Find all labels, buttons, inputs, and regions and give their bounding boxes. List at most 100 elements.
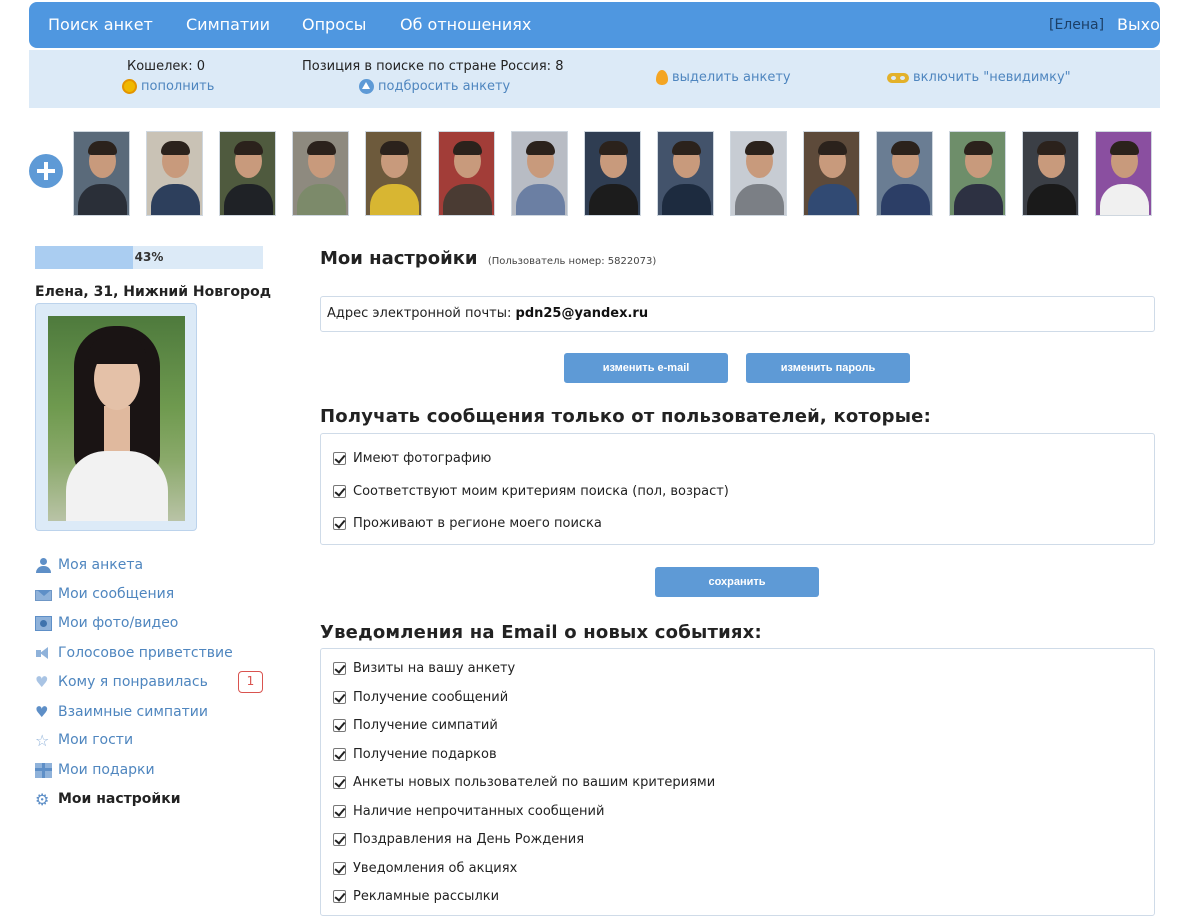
notify-likes[interactable]: Получение симпатий <box>333 717 498 733</box>
notify-unread-messages[interactable]: Наличие непрочитанных сообщений <box>333 803 604 819</box>
likes-count-badge[interactable]: 1 <box>238 671 263 693</box>
profile-thumbnail[interactable] <box>1095 131 1152 216</box>
profile-thumbnail[interactable] <box>876 131 933 216</box>
checkbox[interactable] <box>333 451 346 465</box>
add-photo-button[interactable] <box>29 154 63 188</box>
profile-thumbnail[interactable] <box>1022 131 1079 216</box>
profile-thumbnail[interactable] <box>292 131 349 216</box>
profile-thumbnail[interactable] <box>949 131 1006 216</box>
change-password-button[interactable]: изменить пароль <box>746 353 910 383</box>
nav-search-profiles[interactable]: Поиск анкет <box>48 15 153 34</box>
speaker-icon <box>35 646 52 661</box>
progress-label: 43% <box>134 250 164 264</box>
checkbox[interactable] <box>333 832 346 846</box>
menu-my-messages[interactable]: Мои сообщения <box>35 584 174 604</box>
page-title: Мои настройки (Пользователь номер: 58220… <box>320 248 656 269</box>
profile-thumbnail[interactable] <box>730 131 787 216</box>
profile-thumbnail[interactable] <box>584 131 641 216</box>
profile-thumbnail[interactable] <box>511 131 568 216</box>
checkbox-label: Имеют фотографию <box>353 450 492 466</box>
profile-thumbnail[interactable] <box>146 131 203 216</box>
menu-label: Голосовое приветствие <box>58 645 233 661</box>
highlight-label: выделить анкету <box>672 70 791 85</box>
filter-has-photo[interactable]: Имеют фотографию <box>333 450 491 466</box>
profile-thumbnail[interactable] <box>365 131 422 216</box>
filter-same-region[interactable]: Проживают в регионе моего поиска <box>333 515 602 531</box>
photo-icon <box>35 615 52 631</box>
nav-polls[interactable]: Опросы <box>302 15 366 34</box>
invisible-mode-link[interactable]: включить "невидимку" <box>887 70 1071 85</box>
avatar[interactable] <box>35 303 197 531</box>
top-nav-bar: Поиск анкет Симпатии Опросы Об отношения… <box>29 2 1171 48</box>
highlight-profile-link[interactable]: выделить анкету <box>656 70 791 85</box>
checkbox[interactable] <box>333 690 346 704</box>
email-notifications-box: Визиты на вашу анкету Получение сообщени… <box>320 648 1155 916</box>
profile-name: Елена, 31, Нижний Новгород <box>35 284 271 300</box>
current-user-label: [Елена] <box>1049 17 1105 33</box>
notify-ads[interactable]: Рекламные рассылки <box>333 888 499 904</box>
checkbox-label: Уведомления об акциях <box>353 860 518 876</box>
notify-gifts[interactable]: Получение подарков <box>333 746 497 762</box>
profile-thumbnail[interactable] <box>73 131 130 216</box>
arrow-up-icon <box>359 79 374 94</box>
notify-messages[interactable]: Получение сообщений <box>333 689 508 705</box>
gear-icon: ⚙ <box>35 789 50 809</box>
menu-my-profile[interactable]: Моя анкета <box>35 555 143 575</box>
info-bar: Кошелек: 0 пополнить Позиция в поиске по… <box>29 50 1160 108</box>
checkbox-label: Получение симпатий <box>353 717 498 733</box>
checkbox[interactable] <box>333 775 346 789</box>
checkbox[interactable] <box>333 661 346 675</box>
change-email-button[interactable]: изменить e-mail <box>564 353 728 383</box>
boost-profile-link[interactable]: подбросить анкету <box>359 79 510 94</box>
menu-my-settings[interactable]: ⚙ Мои настройки <box>35 789 181 809</box>
menu-mutual-likes[interactable]: ♥ Взаимные симпатии <box>35 702 208 722</box>
nav-about-relationships[interactable]: Об отношениях <box>400 15 531 34</box>
checkbox-label: Проживают в регионе моего поиска <box>353 515 602 531</box>
checkbox-label: Соответствуют моим критериям поиска (пол… <box>353 483 729 499</box>
messages-filter-box: Имеют фотографию Соответствуют моим крит… <box>320 433 1155 545</box>
messages-filter-title: Получать сообщения только от пользовател… <box>320 406 931 427</box>
nav-likes[interactable]: Симпатии <box>186 15 270 34</box>
checkbox[interactable] <box>333 804 346 818</box>
profile-thumbnail[interactable] <box>438 131 495 216</box>
email-display: Адрес электронной почты: pdn25@yandex.ru <box>320 296 1155 332</box>
checkbox[interactable] <box>333 861 346 875</box>
checkbox[interactable] <box>333 516 346 530</box>
checkbox-label: Рекламные рассылки <box>353 888 500 904</box>
profile-thumbnail[interactable] <box>803 131 860 216</box>
menu-label: Мои настройки <box>58 791 181 807</box>
checkbox[interactable] <box>333 889 346 903</box>
menu-voice-greeting[interactable]: Голосовое приветствие <box>35 643 233 663</box>
heart-outline-icon: ♥ <box>35 672 49 691</box>
notify-new-users[interactable]: Анкеты новых пользователей по вашим крит… <box>333 774 715 790</box>
menu-my-gifts[interactable]: Мои подарки <box>35 760 155 780</box>
notify-profile-visits[interactable]: Визиты на вашу анкету <box>333 660 515 676</box>
menu-my-photos[interactable]: Мои фото/видео <box>35 613 178 633</box>
checkbox-label: Получение сообщений <box>353 689 509 705</box>
menu-my-guests[interactable]: ☆ Мои гости <box>35 730 133 750</box>
checkbox[interactable] <box>333 747 346 761</box>
filter-matches-criteria[interactable]: Соответствуют моим критериям поиска (пол… <box>333 483 729 499</box>
topup-link[interactable]: пополнить <box>122 79 214 94</box>
menu-label: Мои сообщения <box>58 586 175 602</box>
profile-thumbnail[interactable] <box>219 131 276 216</box>
menu-label: Кому я понравилась <box>58 674 208 690</box>
invisible-label: включить "невидимку" <box>913 70 1071 85</box>
checkbox[interactable] <box>333 484 346 498</box>
page-title-text: Мои настройки <box>320 248 478 269</box>
notify-promotions[interactable]: Уведомления об акциях <box>333 860 517 876</box>
menu-label: Мои гости <box>58 732 134 748</box>
star-icon: ☆ <box>35 730 50 750</box>
user-icon <box>35 557 52 573</box>
menu-label: Взаимные симпатии <box>58 704 209 720</box>
logout-link[interactable]: Выход <box>1117 15 1171 34</box>
menu-who-liked-me[interactable]: ♥ Кому я понравилась <box>35 672 208 692</box>
profile-thumbnail[interactable] <box>657 131 714 216</box>
save-button[interactable]: сохранить <box>655 567 819 597</box>
avatar-photo <box>48 316 185 521</box>
menu-label: Мои фото/видео <box>58 615 179 631</box>
notify-birthday[interactable]: Поздравления на День Рождения <box>333 831 584 847</box>
checkbox-label: Визиты на вашу анкету <box>353 660 516 676</box>
checkbox[interactable] <box>333 718 346 732</box>
mail-icon <box>35 589 52 601</box>
